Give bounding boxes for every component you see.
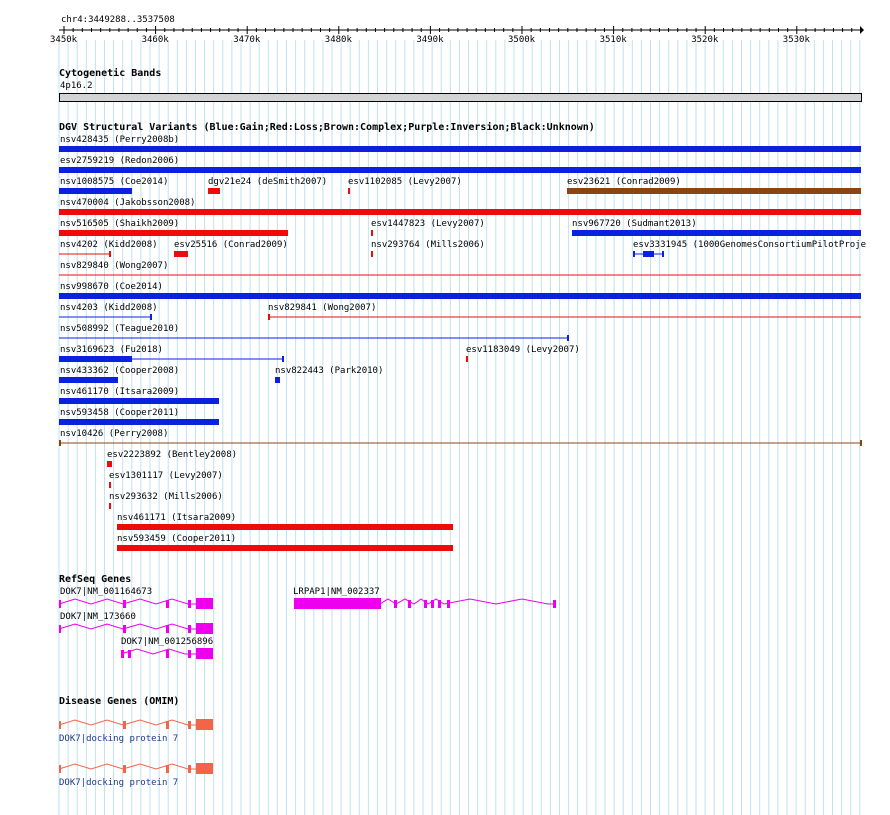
omim-gene-label[interactable]: DOK7|docking protein 7 [59,778,178,789]
omim-gene-model[interactable] [58,763,213,774]
omim-gene-label[interactable]: DOK7|docking protein 7 [59,734,178,745]
omim-gene-model[interactable] [58,719,213,730]
genome-browser-view: chr4:3449288..3537508 3450k 3460k 3470k 348… [0,0,890,815]
omim-gene-glyphs [58,719,213,774]
